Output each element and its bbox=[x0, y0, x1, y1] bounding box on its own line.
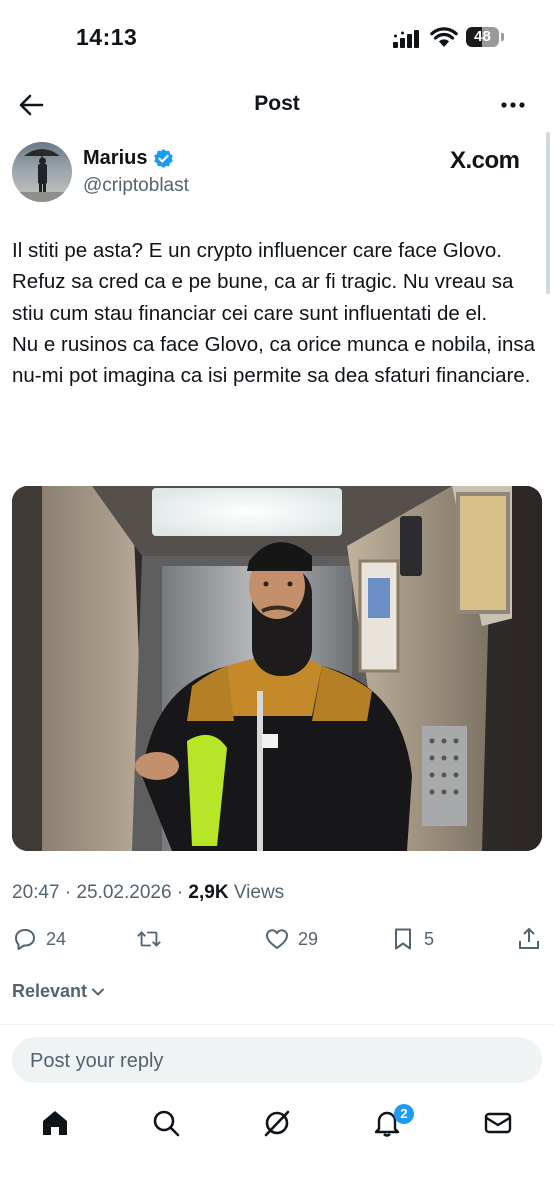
share-icon bbox=[519, 927, 539, 949]
tweet-text: Il stiti pe asta? E un crypto influencer… bbox=[12, 239, 536, 388]
tweet-actions: 24 29 5 bbox=[0, 922, 554, 956]
author-name[interactable]: Marius bbox=[83, 147, 147, 170]
battery-percent: 48 bbox=[474, 28, 491, 45]
author-handle[interactable]: @criptoblast bbox=[83, 175, 189, 197]
post-header: Post bbox=[0, 80, 554, 130]
status-time: 14:13 bbox=[76, 24, 138, 50]
cellular-signal-icon bbox=[393, 30, 419, 48]
tweet-meta: 20:47 · 25.02.2026 · 2,9K Views bbox=[12, 882, 284, 904]
divider bbox=[0, 1024, 554, 1025]
tweet-media[interactable] bbox=[12, 486, 542, 851]
meta-separator: · bbox=[59, 882, 77, 903]
reply-button[interactable]: 24 bbox=[12, 922, 66, 956]
wifi-icon bbox=[430, 27, 458, 47]
grok-icon[interactable] bbox=[262, 1108, 292, 1138]
page-title: Post bbox=[254, 92, 300, 115]
elevator-photo bbox=[12, 486, 542, 851]
scrollbar[interactable] bbox=[546, 132, 550, 294]
tweet-time: 20:47 bbox=[12, 882, 60, 903]
status-bar: 14:13 48 bbox=[0, 0, 554, 72]
notifications-badge: 2 bbox=[394, 1104, 414, 1124]
bookmark-icon bbox=[395, 928, 411, 950]
repost-icon bbox=[137, 931, 161, 947]
share-button[interactable] bbox=[516, 922, 542, 956]
like-button[interactable]: 29 bbox=[264, 922, 318, 956]
views-label[interactable]: Views bbox=[234, 882, 284, 903]
reply-composer[interactable] bbox=[12, 1037, 542, 1085]
heart-icon bbox=[266, 929, 288, 949]
bookmark-button[interactable]: 5 bbox=[390, 922, 434, 956]
sort-label: Relevant bbox=[12, 981, 88, 1001]
comment-icon bbox=[15, 929, 35, 950]
source-watermark: X.com bbox=[450, 147, 520, 174]
chevron-down-icon bbox=[92, 988, 105, 996]
bookmark-count: 5 bbox=[424, 928, 435, 949]
like-count: 29 bbox=[298, 928, 319, 949]
home-icon[interactable] bbox=[40, 1108, 70, 1138]
mail-icon[interactable] bbox=[483, 1108, 513, 1138]
avatar[interactable] bbox=[12, 142, 72, 202]
avatar-image bbox=[12, 149, 72, 202]
reply-sort-dropdown[interactable]: Relevant bbox=[12, 981, 106, 1002]
verified-icon bbox=[154, 148, 173, 169]
reply-input[interactable] bbox=[28, 1037, 522, 1085]
search-icon[interactable] bbox=[151, 1108, 181, 1138]
tweet-date: 25.02.2026 bbox=[76, 882, 172, 903]
repost-button[interactable] bbox=[136, 922, 170, 956]
bottom-tab-bar bbox=[0, 1100, 554, 1160]
battery-icon: 48 bbox=[466, 27, 504, 47]
more-icon[interactable] bbox=[500, 94, 526, 116]
meta-separator: · bbox=[171, 882, 189, 903]
views-count: 2,9K bbox=[188, 882, 229, 903]
reply-count: 24 bbox=[46, 928, 67, 949]
